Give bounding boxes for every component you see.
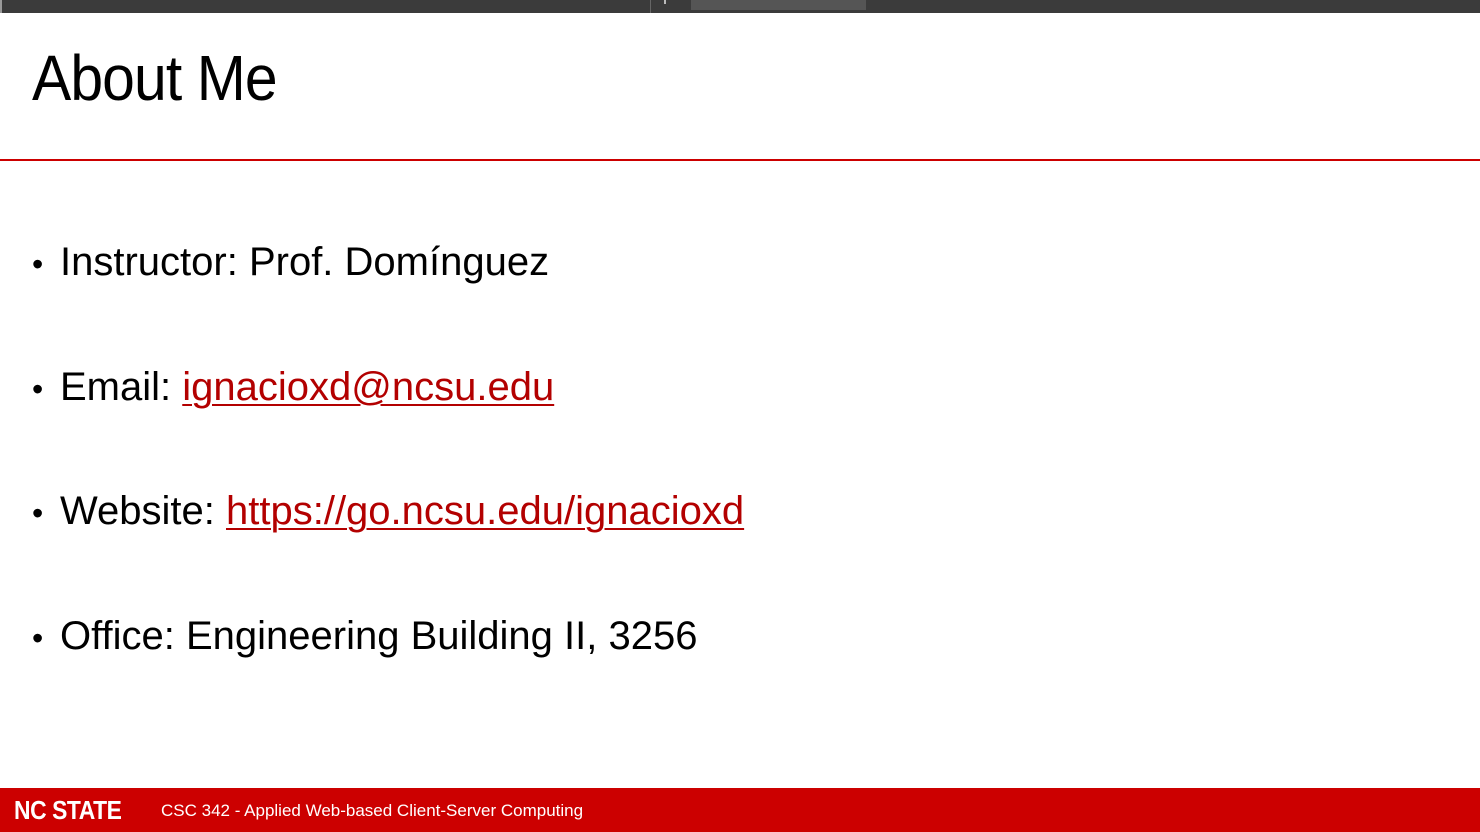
slide-title: About Me xyxy=(32,42,278,114)
bullet-email: • Email: ignacioxd@ncsu.edu xyxy=(32,357,744,482)
scrubber-thumb[interactable] xyxy=(691,0,866,10)
instructor-text: Instructor: Prof. Domínguez xyxy=(60,240,550,284)
viewer-toolbar xyxy=(0,0,1480,13)
bullet-list: • Instructor: Prof. Domínguez • Email: ign… xyxy=(32,232,744,730)
bullet-dot: • xyxy=(32,246,44,282)
toolbar-divider xyxy=(650,0,651,13)
bullet-dot: • xyxy=(32,619,44,656)
slide-viewer: About Me • Instructor: Prof. Domínguez • E… xyxy=(0,0,1480,832)
website-label: Website: xyxy=(60,489,226,533)
bullet-dot: • xyxy=(32,370,44,407)
bullet-website: • Website: https://go.ncsu.edu/ignacioxd xyxy=(32,481,744,606)
slider-handle[interactable] xyxy=(664,0,666,4)
email-link[interactable]: ignacioxd@ncsu.edu xyxy=(182,365,554,409)
toolbar-edge xyxy=(0,0,2,13)
website-link[interactable]: https://go.ncsu.edu/ignacioxd xyxy=(226,489,744,533)
course-name: CSC 342 - Applied Web-based Client-Serve… xyxy=(161,801,584,820)
bullet-dot: • xyxy=(32,495,44,531)
office-text: Office: Engineering Building II, 3256 xyxy=(60,613,698,658)
bullet-instructor: • Instructor: Prof. Domínguez xyxy=(32,232,744,357)
email-label: Email: xyxy=(60,364,183,409)
ncstate-logo: NC STATE xyxy=(14,795,122,825)
title-divider xyxy=(0,159,1480,161)
slide-footer: NC STATE CSC 342 - Applied Web-based Cli… xyxy=(0,788,1480,832)
bullet-office: • Office: Engineering Building II, 3256 xyxy=(32,606,744,731)
